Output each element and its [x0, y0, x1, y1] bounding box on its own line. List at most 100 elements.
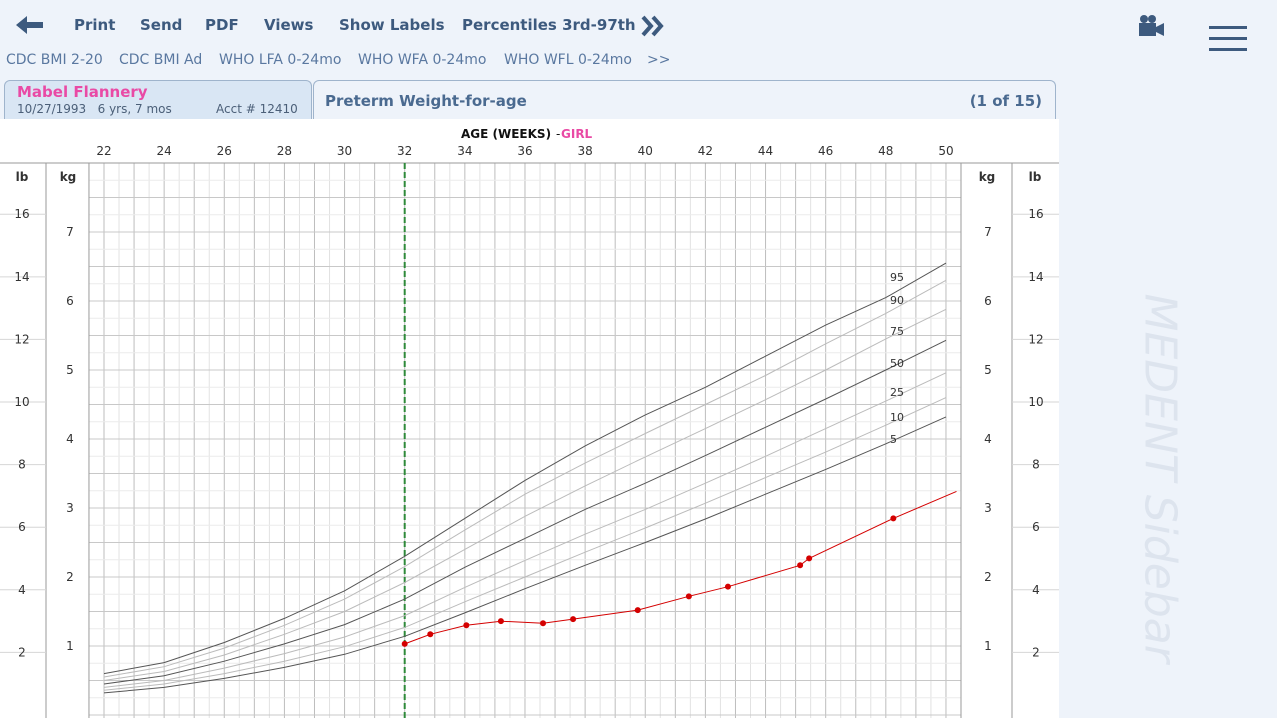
- x-tick-label: 30: [337, 144, 352, 158]
- pdf-button[interactable]: PDF: [205, 16, 239, 34]
- x-tick-label: 44: [758, 144, 773, 158]
- patient-data-point[interactable]: [427, 631, 434, 638]
- percentile-label-75: 75: [890, 325, 904, 338]
- y-tick-label-lb: 10: [14, 395, 29, 409]
- y-tick-label-kg-right: 2: [984, 570, 992, 584]
- growth-chart: AGE (WEEKS) - GIRL 22 24 26 28 30 32 34 36 38 40 42 44…: [0, 119, 1059, 718]
- y-tick-label-lb-right: 4: [1032, 583, 1040, 597]
- patient-data-point[interactable]: [890, 515, 897, 522]
- y-tick-label-kg: 7: [66, 225, 74, 239]
- patient-data-point[interactable]: [724, 583, 731, 590]
- show-labels-button[interactable]: Show Labels: [339, 16, 445, 34]
- toolbar: Print Send PDF Views Show Labels Percent…: [0, 0, 1060, 50]
- x-tick-label: 48: [878, 144, 893, 158]
- chart-tabs-more[interactable]: >>: [647, 52, 670, 68]
- y-tick-label-lb: 4: [18, 583, 26, 597]
- chart-tab-who-wfa[interactable]: WHO WFA 0-24mo: [358, 52, 486, 68]
- back-arrow-icon[interactable]: [14, 12, 46, 38]
- series-line-patient: [404, 490, 957, 645]
- patient-data-point[interactable]: [797, 562, 804, 569]
- x-tick-label: 42: [698, 144, 713, 158]
- patient-data-point[interactable]: [401, 640, 408, 647]
- y-tick-label-lb-right: 2: [1032, 645, 1040, 659]
- growth-chart-svg: AGE (WEEKS) - GIRL22 24 26 28 30 32 34 36 38 40 42 44…: [0, 127, 1059, 718]
- y-tick-label-lb-right: 8: [1032, 458, 1040, 472]
- video-camera-icon[interactable]: [1137, 14, 1165, 38]
- y-tick-label-lb: 6: [18, 520, 26, 534]
- unit-label-kg-right: kg: [979, 170, 996, 184]
- percentile-label-10: 10: [890, 411, 904, 424]
- x-tick-label: 34: [457, 144, 472, 158]
- x-tick-label: 40: [638, 144, 653, 158]
- chart-tab-strip: CDC BMI 2-20 CDC BMI Ad WHO LFA 0-24mo W…: [0, 52, 1060, 72]
- patient-account: Acct # 12410: [216, 102, 298, 116]
- unit-label-kg-left: kg: [60, 170, 77, 184]
- y-tick-label-kg-right: 1: [984, 639, 992, 653]
- y-tick-label-lb: 12: [14, 332, 29, 346]
- double-chevron-right-icon[interactable]: [640, 14, 666, 38]
- views-button[interactable]: Views: [264, 16, 313, 34]
- unit-label-lb-left: lb: [16, 170, 29, 184]
- x-tick-label: 36: [517, 144, 532, 158]
- y-tick-label-kg-right: 3: [984, 501, 992, 515]
- unit-label-lb-right: lb: [1029, 170, 1042, 184]
- y-tick-label-kg: 5: [66, 363, 74, 377]
- y-tick-label-kg: 3: [66, 501, 74, 515]
- x-tick-label: 32: [397, 144, 412, 158]
- y-tick-label-kg-right: 6: [984, 294, 992, 308]
- x-tick-label: 28: [277, 144, 292, 158]
- patient-data-point[interactable]: [634, 607, 641, 614]
- y-tick-label-lb: 2: [18, 645, 26, 659]
- chart-title-tab[interactable]: Preterm Weight-for-age (1 of 15): [313, 80, 1056, 119]
- x-tick-label: 26: [217, 144, 232, 158]
- chart-tab-who-lfa[interactable]: WHO LFA 0-24mo: [219, 52, 341, 68]
- print-button[interactable]: Print: [74, 16, 115, 34]
- chart-tab-cdc-bmi-ad[interactable]: CDC BMI Ad: [119, 52, 202, 68]
- y-tick-label-kg-right: 4: [984, 432, 992, 446]
- patient-data-point[interactable]: [806, 555, 813, 562]
- patient-tab[interactable]: Mabel Flannery 10/27/1993 6 yrs, 7 mos A…: [4, 80, 312, 119]
- patient-dob-age: 10/27/1993 6 yrs, 7 mos: [17, 102, 172, 116]
- patient-data-point[interactable]: [685, 593, 692, 600]
- patient-name: Mabel Flannery: [17, 83, 148, 101]
- y-tick-label-kg: 6: [66, 294, 74, 308]
- chart-title: Preterm Weight-for-age: [325, 92, 527, 110]
- y-tick-label-kg: 2: [66, 570, 74, 584]
- percentile-label-95: 95: [890, 271, 904, 284]
- y-tick-label-lb-right: 12: [1028, 332, 1043, 346]
- percentile-label-50: 50: [890, 357, 904, 370]
- chart-count: (1 of 15): [969, 92, 1042, 110]
- y-tick-label-kg-right: 5: [984, 363, 992, 377]
- x-tick-label: 50: [938, 144, 953, 158]
- x-tick-label: 46: [818, 144, 833, 158]
- x-tick-label: 22: [96, 144, 111, 158]
- send-button[interactable]: Send: [140, 16, 182, 34]
- chart-tab-cdc-bmi-2-20[interactable]: CDC BMI 2-20: [6, 52, 103, 68]
- y-tick-label-lb: 16: [14, 207, 29, 221]
- x-tick-label: 24: [156, 144, 171, 158]
- percentile-label-25: 25: [890, 386, 904, 399]
- y-tick-label-lb-right: 6: [1032, 520, 1040, 534]
- chart-tab-who-wfl[interactable]: WHO WFL 0-24mo: [504, 52, 632, 68]
- title-separator: -: [556, 127, 560, 141]
- y-tick-label-kg: 4: [66, 432, 74, 446]
- y-tick-label-lb-right: 16: [1028, 207, 1043, 221]
- y-tick-label-lb: 14: [14, 270, 29, 284]
- hamburger-menu-icon[interactable]: [1209, 26, 1247, 52]
- medent-sidebar-label[interactable]: MEDENT Sidebar: [1135, 294, 1186, 663]
- patient-data-point[interactable]: [463, 622, 470, 629]
- sex-label: GIRL: [561, 127, 593, 141]
- y-tick-label-kg-right: 7: [984, 225, 992, 239]
- x-tick-label: 38: [577, 144, 592, 158]
- percentiles-button[interactable]: Percentiles 3rd-97th: [462, 16, 636, 34]
- y-tick-label-kg: 1: [66, 639, 74, 653]
- y-tick-label-lb-right: 10: [1028, 395, 1043, 409]
- patient-data-point[interactable]: [497, 618, 504, 625]
- y-tick-label-lb: 8: [18, 458, 26, 472]
- y-tick-label-lb-right: 14: [1028, 270, 1043, 284]
- patient-data-point[interactable]: [570, 616, 577, 623]
- x-axis-title: AGE (WEEKS): [461, 127, 551, 141]
- percentile-label-90: 90: [890, 294, 904, 307]
- percentile-label-5: 5: [890, 433, 897, 446]
- patient-data-point[interactable]: [540, 620, 547, 627]
